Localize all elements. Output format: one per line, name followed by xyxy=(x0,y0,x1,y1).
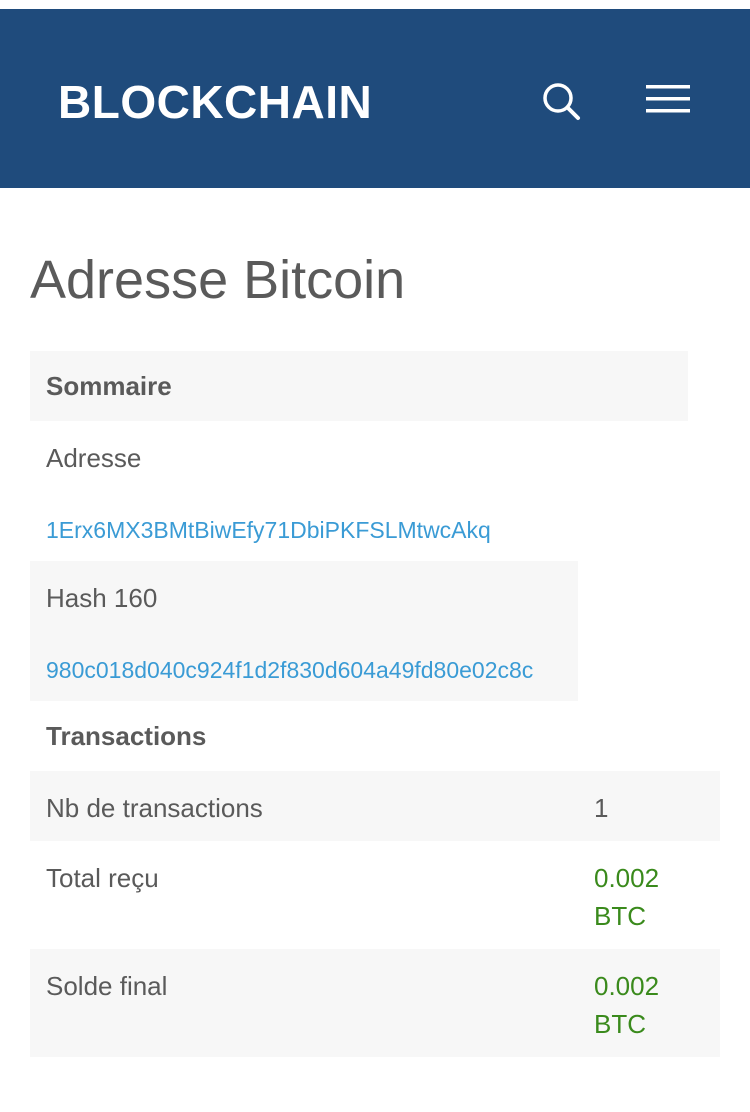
page-title: Adresse Bitcoin xyxy=(30,250,406,310)
header-bar: BLOCKCHAIN xyxy=(0,9,750,188)
status-strip xyxy=(0,0,750,9)
transactions-header-row: Transactions xyxy=(30,701,720,771)
hash160-row: Hash 160 980c018d040c924f1d2f830d604a49f… xyxy=(30,561,578,701)
final-balance-value: 0.002 BTC xyxy=(594,971,660,1039)
summary-heading: Sommaire xyxy=(46,371,172,401)
address-row: Adresse 1Erx6MX3BMtBiwEfy71DbiPKFSLMtwcA… xyxy=(30,421,578,561)
hamburger-menu-icon[interactable] xyxy=(644,83,692,119)
table-row: Nb de transactions 1 xyxy=(30,771,720,841)
transactions-heading: Transactions xyxy=(46,721,207,751)
table-row: Total reçu 0.002 BTC xyxy=(30,841,720,949)
address-link[interactable]: 1Erx6MX3BMtBiwEfy71DbiPKFSLMtwcAkq xyxy=(46,515,491,545)
total-received-value: 0.002 BTC xyxy=(594,863,660,931)
search-icon[interactable] xyxy=(540,81,584,125)
address-label: Adresse xyxy=(46,443,142,473)
blockchain-logo[interactable]: BLOCKCHAIN xyxy=(58,79,372,125)
hash160-link[interactable]: 980c018d040c924f1d2f830d604a49fd80e02c8c xyxy=(46,655,533,685)
tx-count-label: Nb de transactions xyxy=(46,793,263,823)
total-received-label: Total reçu xyxy=(46,863,159,893)
tx-count-value: 1 xyxy=(594,793,609,823)
table-row: Solde final 0.002 BTC xyxy=(30,949,720,1057)
final-balance-label: Solde final xyxy=(46,971,168,1001)
summary-header-row: Sommaire xyxy=(30,351,688,421)
hash160-label: Hash 160 xyxy=(46,583,158,613)
